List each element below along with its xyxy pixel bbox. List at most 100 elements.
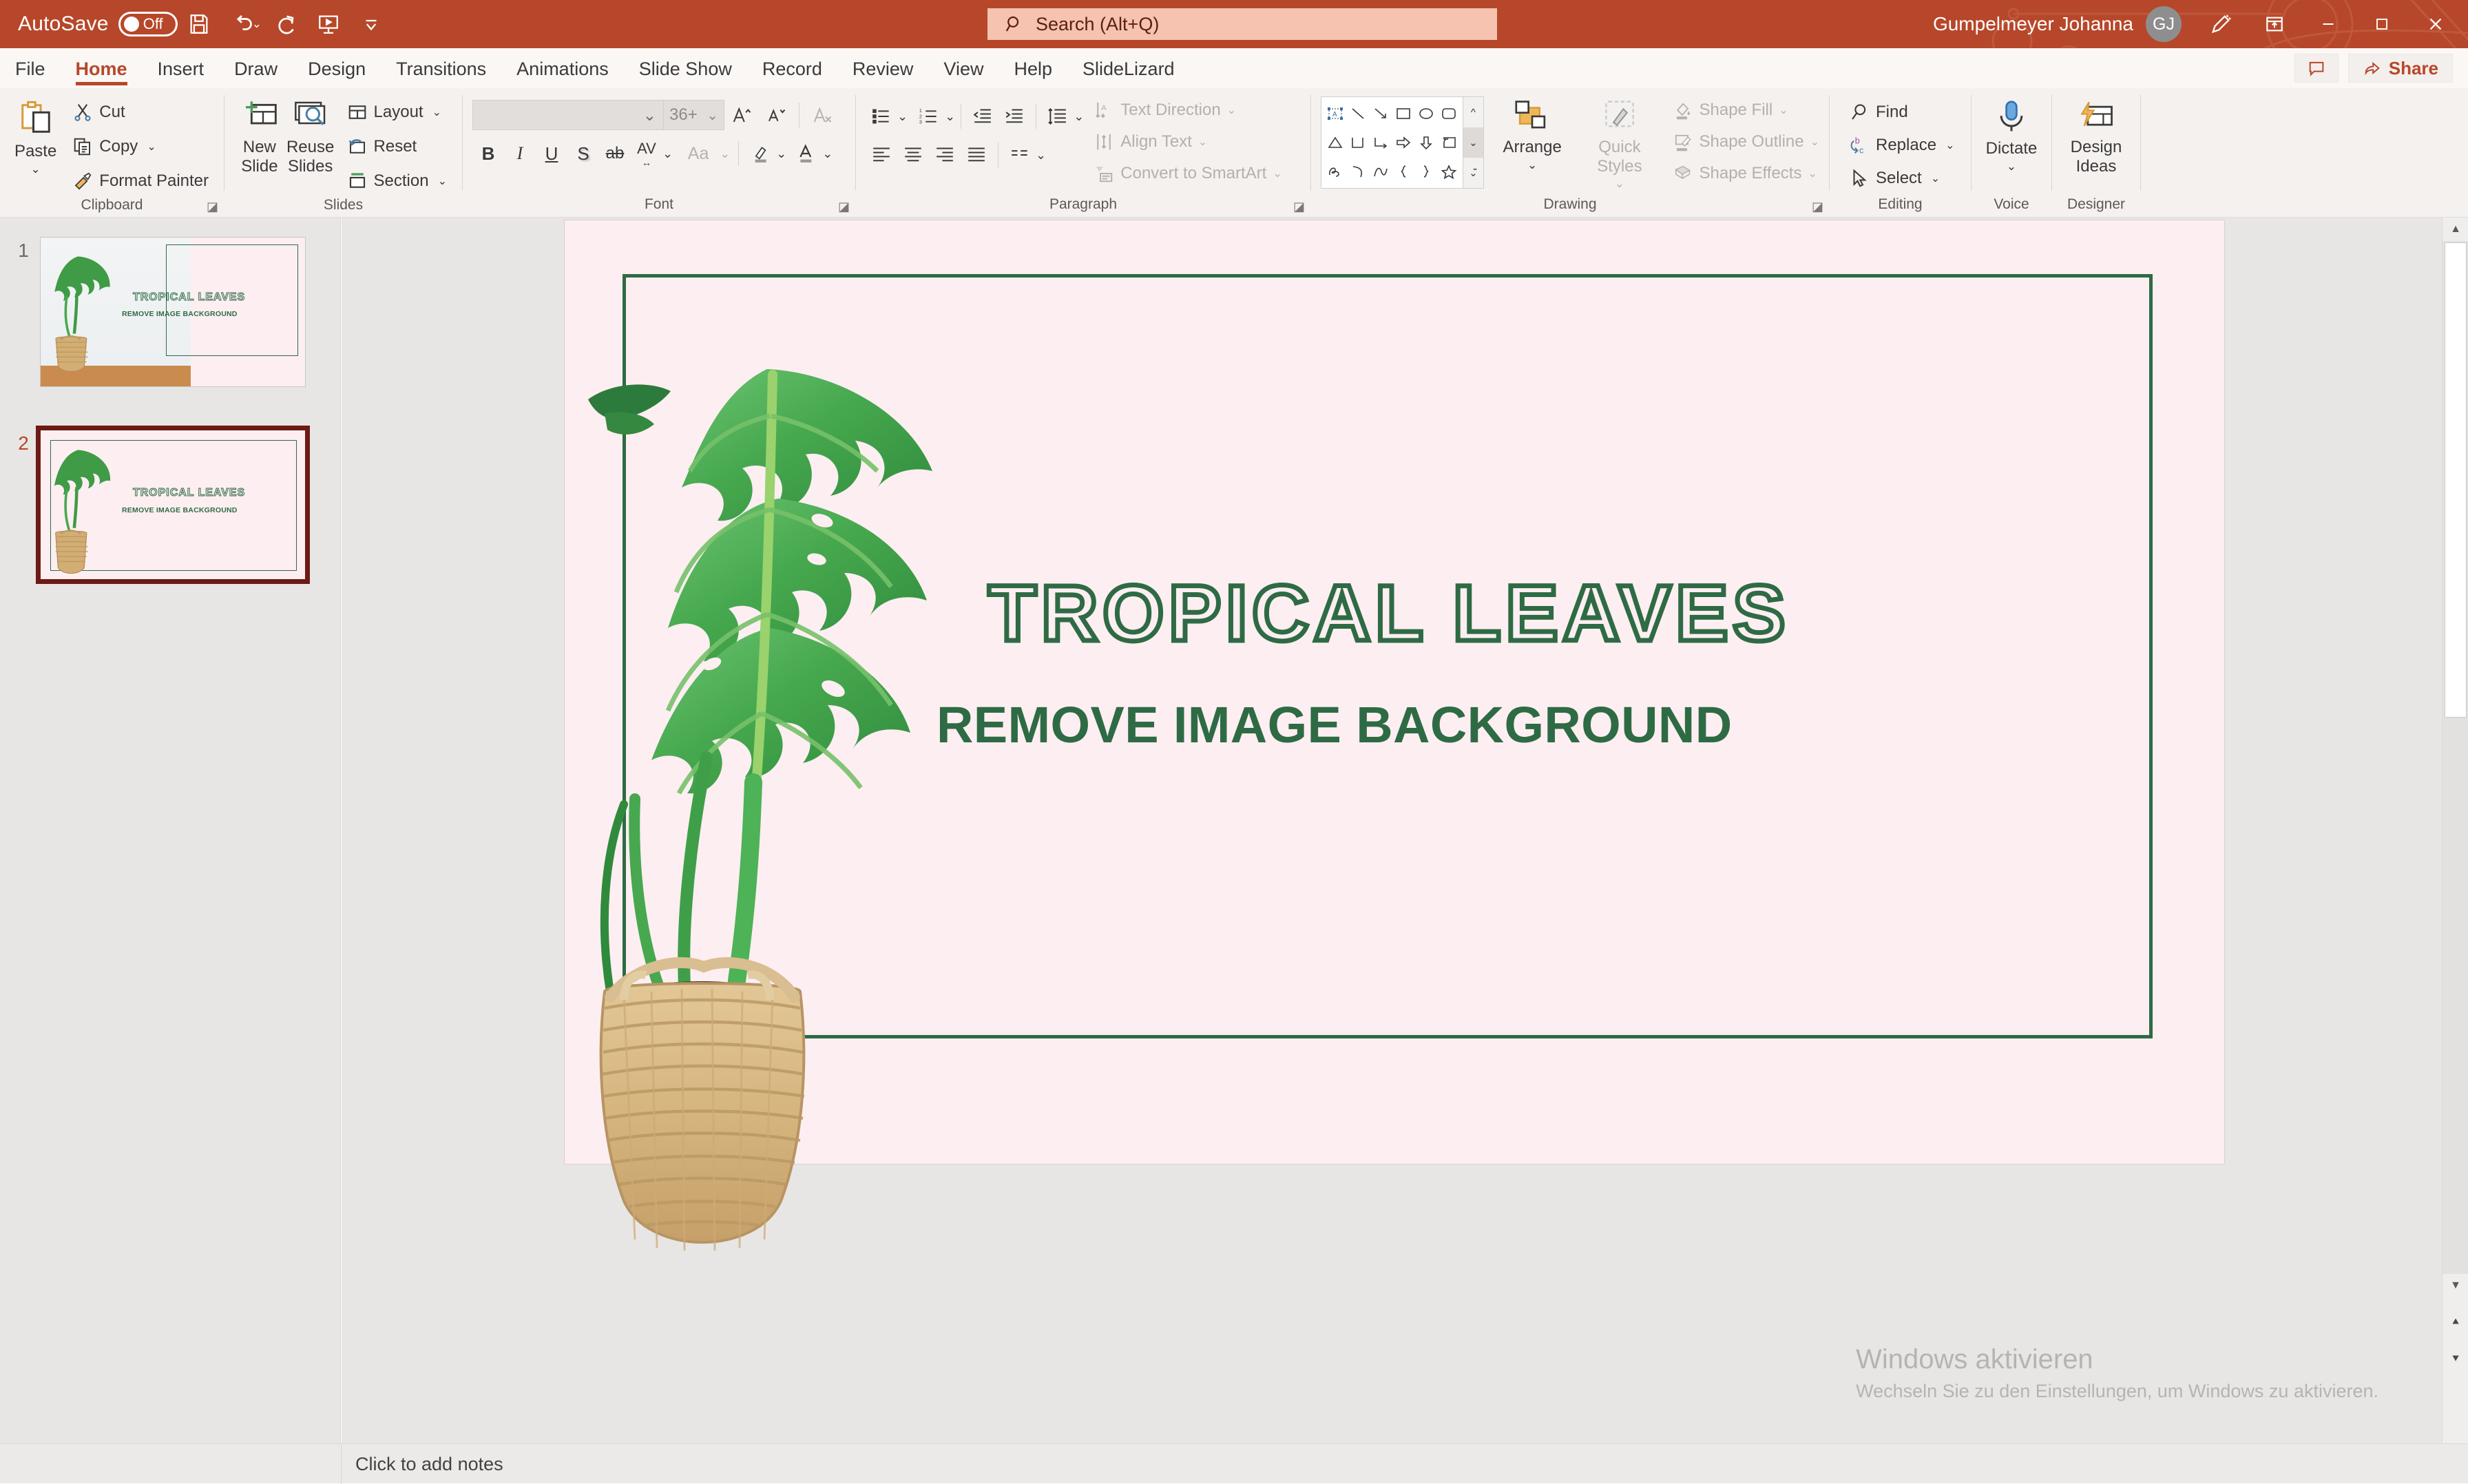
replace-caret-icon[interactable]: ⌄	[1945, 138, 1954, 152]
minimize-icon[interactable]	[2301, 0, 2355, 48]
text-direction-caret-icon[interactable]: ⌄	[1227, 103, 1236, 117]
align-left-button[interactable]	[866, 139, 897, 171]
shape-curve[interactable]	[1346, 157, 1369, 186]
dictate-caret-icon[interactable]: ⌄	[2007, 160, 2016, 174]
design-ideas-button[interactable]: Design Ideas	[2062, 96, 2131, 176]
numbering-button[interactable]: 123	[913, 101, 945, 132]
shapes-scroll-down-icon[interactable]: ⌄	[1463, 127, 1483, 158]
slide-title[interactable]: TROPICAL LEAVES	[985, 567, 1790, 660]
previous-slide-button[interactable]: ⯅	[2443, 1304, 2468, 1340]
bullets-button[interactable]	[866, 101, 897, 132]
close-icon[interactable]	[2409, 0, 2462, 48]
shape-effects-caret-icon[interactable]: ⌄	[1808, 167, 1817, 180]
scroll-down-icon[interactable]: ▼	[2443, 1274, 2468, 1297]
underline-button[interactable]: U	[536, 138, 567, 169]
tab-help[interactable]: Help	[998, 59, 1067, 88]
clear-formatting-button[interactable]	[805, 99, 839, 131]
line-spacing-caret-icon[interactable]: ⌄	[1074, 109, 1084, 124]
shape-down-arrow[interactable]	[1415, 128, 1438, 157]
align-right-button[interactable]	[929, 139, 961, 171]
font-size-input[interactable]: 36+ ⌄	[664, 100, 724, 130]
highlight-caret-icon[interactable]: ⌄	[776, 147, 786, 161]
shape-scribble[interactable]	[1324, 157, 1346, 186]
shape-fill-button[interactable]: Shape Fill ⌄	[1672, 96, 1819, 124]
text-highlight-color-button[interactable]	[744, 138, 776, 169]
bold-button[interactable]: B	[472, 138, 504, 169]
slide-canvas[interactable]: TROPICAL LEAVES REMOVE IMAGE BACKGROUND …	[342, 218, 2468, 1443]
convert-to-smartart-button[interactable]: Convert to SmartArt ⌄	[1094, 160, 1282, 187]
scrollbar-thumb[interactable]	[2445, 242, 2467, 718]
quick-styles-button[interactable]: Quick Styles ⌄	[1580, 96, 1658, 191]
convert-to-smartart-caret-icon[interactable]: ⌄	[1273, 167, 1282, 180]
thumbnail-item-2[interactable]: 2 TROPICAL LEAVES REMOVE IMAGE BACKGROUN…	[7, 426, 310, 584]
comments-button[interactable]	[2294, 54, 2339, 83]
tab-file[interactable]: File	[0, 59, 61, 88]
select-button[interactable]: Select ⌄	[1843, 163, 1960, 194]
tab-slidelizard[interactable]: SlideLizard	[1067, 59, 1190, 88]
format-painter-button[interactable]: Format Painter	[67, 165, 214, 197]
text-shadow-button[interactable]: S	[567, 138, 599, 169]
tab-record[interactable]: Record	[747, 59, 837, 88]
replace-button[interactable]: bc Replace ⌄	[1843, 129, 1960, 161]
thumbnail-item-1[interactable]: 1 TROPICAL LEAVES REMOVE IMAGE BACKGROUN…	[7, 237, 306, 387]
tab-slide-show[interactable]: Slide Show	[624, 59, 747, 88]
arrange-caret-icon[interactable]: ⌄	[1527, 158, 1537, 172]
save-icon[interactable]	[178, 3, 220, 45]
section-caret-icon[interactable]: ⌄	[438, 174, 447, 188]
find-button[interactable]: Find	[1843, 96, 1960, 128]
next-slide-button[interactable]: ⯆	[2443, 1341, 2468, 1377]
character-spacing-button[interactable]: AV ↔	[631, 138, 662, 169]
slide-thumbnail-pane[interactable]: 1 TROPICAL LEAVES REMOVE IMAGE BACKGROUN…	[0, 218, 341, 1443]
text-direction-button[interactable]: A Text Direction ⌄	[1094, 96, 1282, 124]
autosave-toggle[interactable]: Off	[118, 12, 178, 36]
line-spacing-button[interactable]	[1042, 101, 1074, 132]
share-button[interactable]: Share	[2347, 54, 2453, 83]
character-spacing-caret-icon[interactable]: ⌄	[662, 147, 673, 161]
thumbnail-slide-1[interactable]: TROPICAL LEAVES REMOVE IMAGE BACKGROUND	[40, 237, 306, 387]
decrease-indent-button[interactable]	[967, 101, 998, 132]
copy-dropdown-caret-icon[interactable]: ⌄	[147, 140, 156, 154]
shape-effects-button[interactable]: Shape Effects ⌄	[1672, 160, 1819, 187]
arrange-button[interactable]: Arrange ⌄	[1496, 96, 1568, 172]
justify-button[interactable]	[961, 139, 992, 171]
ribbon-display-options-icon[interactable]	[2248, 0, 2301, 48]
shape-star[interactable]	[1438, 157, 1461, 186]
shapes-more-icon[interactable]: ⌄̄	[1463, 158, 1483, 188]
numbering-caret-icon[interactable]: ⌄	[945, 109, 955, 124]
shape-right-arrow[interactable]	[1392, 128, 1414, 157]
align-text-button[interactable]: Align Text ⌄	[1094, 128, 1282, 156]
columns-button[interactable]	[1004, 139, 1036, 171]
paste-button[interactable]: Paste ⌄	[10, 96, 61, 176]
align-center-button[interactable]	[897, 139, 929, 171]
tab-insert[interactable]: Insert	[143, 59, 220, 88]
paste-dropdown-caret-icon[interactable]: ⌄	[31, 163, 41, 176]
change-case-caret-icon[interactable]: ⌄	[720, 147, 730, 161]
dictate-button[interactable]: Dictate ⌄	[1981, 96, 2042, 174]
select-caret-icon[interactable]: ⌄	[1931, 171, 1940, 185]
increase-indent-button[interactable]	[998, 101, 1030, 132]
font-color-caret-icon[interactable]: ⌄	[822, 147, 833, 161]
monstera-plant-image[interactable]	[563, 344, 1018, 1295]
shape-freeform-curve[interactable]	[1369, 157, 1392, 186]
section-button[interactable]: Section ⌄	[342, 165, 452, 197]
shape-flowchart-delay[interactable]	[1438, 128, 1461, 157]
shape-triangle[interactable]	[1324, 128, 1346, 157]
start-from-beginning-icon[interactable]	[307, 3, 350, 45]
italic-button[interactable]: I	[504, 138, 536, 169]
thumbnail-slide-2[interactable]: TROPICAL LEAVES REMOVE IMAGE BACKGROUND	[36, 426, 310, 584]
maximize-icon[interactable]	[2355, 0, 2409, 48]
change-case-button[interactable]: Aa	[677, 138, 720, 169]
font-color-button[interactable]	[791, 138, 822, 169]
shape-text-box[interactable]: A	[1324, 99, 1346, 128]
shape-oval[interactable]	[1415, 99, 1438, 128]
decrease-font-size-button[interactable]	[759, 99, 793, 131]
tab-review[interactable]: Review	[837, 59, 929, 88]
pen-icon[interactable]	[2194, 0, 2248, 48]
align-text-caret-icon[interactable]: ⌄	[1198, 135, 1207, 149]
reset-button[interactable]: Reset	[342, 131, 452, 163]
tab-draw[interactable]: Draw	[219, 59, 293, 88]
shape-outline-button[interactable]: Shape Outline ⌄	[1672, 128, 1819, 156]
slide-subtitle[interactable]: REMOVE IMAGE BACKGROUND	[937, 696, 1733, 754]
shapes-scrollbar[interactable]: ^ ⌄ ⌄̄	[1462, 97, 1483, 188]
redo-icon[interactable]	[264, 3, 307, 45]
